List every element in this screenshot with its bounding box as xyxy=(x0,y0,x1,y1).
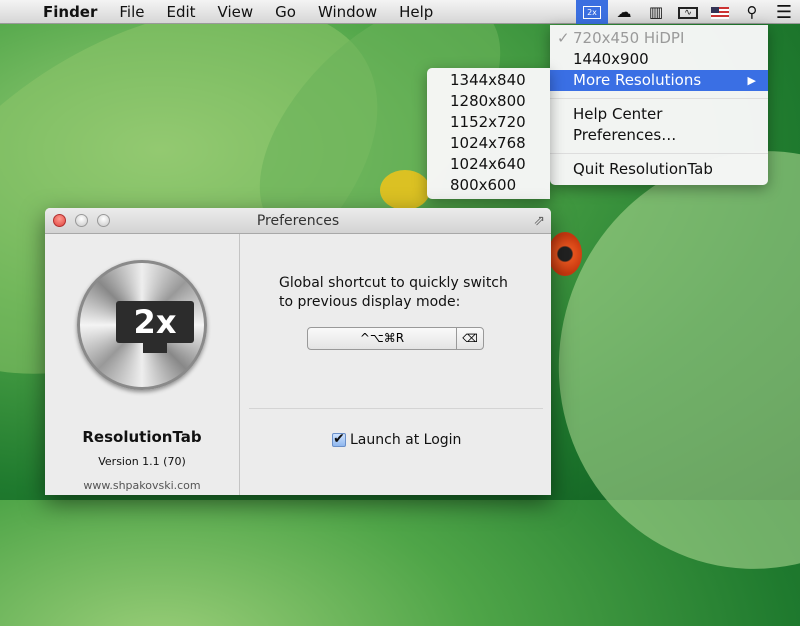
frog-body xyxy=(380,170,430,210)
settings-pane: Global shortcut to quickly switch to pre… xyxy=(241,234,551,495)
menu-help[interactable]: Help xyxy=(388,3,444,21)
menu-bar: Finder File Edit View Go Window Help 2x … xyxy=(0,0,800,24)
submenu-item[interactable]: 1024x768 xyxy=(427,133,550,154)
menu-window[interactable]: Window xyxy=(307,3,388,21)
menu-file[interactable]: File xyxy=(108,3,155,21)
search-icon[interactable]: ⚲ xyxy=(736,3,768,21)
menu-item-720x450[interactable]: ✓ 720x450 HiDPI xyxy=(550,28,768,49)
resolutiontab-2x-icon[interactable]: 2x xyxy=(576,0,608,24)
shortcut-label: Global shortcut to quickly switch to pre… xyxy=(279,275,508,310)
about-pane: 2x ResolutionTab Version 1.1 (70) www.sh… xyxy=(45,234,240,495)
launch-checkbox[interactable]: ✔ xyxy=(332,432,346,447)
menu-go[interactable]: Go xyxy=(264,3,307,21)
website-link[interactable]: www.shpakovski.com xyxy=(45,479,239,492)
resolution-submenu: 1344x840 1280x800 1152x720 1024x768 1024… xyxy=(427,68,550,199)
clear-shortcut-button[interactable]: ⌫ xyxy=(456,327,484,350)
menu-item-preferences[interactable]: Preferences… xyxy=(550,125,768,146)
menu-item-help-center[interactable]: Help Center xyxy=(550,104,768,125)
submenu-arrow-icon: ▶ xyxy=(747,74,756,87)
launch-at-login[interactable]: ✔ Launch at Login xyxy=(332,432,461,448)
submenu-item[interactable]: 1024x640 xyxy=(427,154,550,175)
list-icon[interactable]: ☰ xyxy=(768,2,800,23)
zoom-button[interactable] xyxy=(97,214,110,227)
title-bar: Preferences ⇗ xyxy=(45,208,551,234)
submenu-item[interactable]: 800x600 xyxy=(427,175,550,196)
divider xyxy=(249,408,543,409)
activity-monitor-icon[interactable]: ∿ xyxy=(672,3,704,21)
version-text: Version 1.1 (70) xyxy=(98,455,186,468)
app-icon: 2x xyxy=(77,260,207,390)
menu-item-more-resolutions[interactable]: More Resolutions ▶ xyxy=(550,70,768,91)
shortcut-recorder[interactable]: ^⌥⌘R xyxy=(307,327,457,350)
cloud-icon[interactable]: ☁ xyxy=(608,3,640,21)
app-name: ResolutionTab xyxy=(82,428,202,446)
menu-item-1440x900[interactable]: 1440x900 xyxy=(550,49,768,70)
share-icon[interactable]: ⇗ xyxy=(533,208,545,234)
frog-eye xyxy=(548,232,582,276)
minimize-button[interactable] xyxy=(75,214,88,227)
close-button[interactable] xyxy=(53,214,66,227)
menu-view[interactable]: View xyxy=(207,3,265,21)
menu-item-quit[interactable]: Quit ResolutionTab xyxy=(550,159,768,180)
menu-edit[interactable]: Edit xyxy=(155,3,206,21)
preferences-window: Preferences ⇗ 2x ResolutionTab Version 1… xyxy=(45,208,551,495)
resolution-menu: ✓ 720x450 HiDPI 1440x900 More Resolutions… xyxy=(550,25,768,185)
submenu-item[interactable]: 1152x720 xyxy=(427,112,550,133)
battery-bars-icon[interactable]: ▥ xyxy=(640,3,672,21)
submenu-item[interactable]: 1344x840 xyxy=(427,70,550,91)
window-title: Preferences xyxy=(256,213,340,229)
checkmark-icon: ✓ xyxy=(557,29,570,47)
submenu-item[interactable]: 1280x800 xyxy=(427,91,550,112)
menu-separator xyxy=(550,98,768,99)
menu-finder[interactable]: Finder xyxy=(32,3,108,21)
menu-separator xyxy=(550,153,768,154)
us-flag-icon[interactable] xyxy=(704,3,736,21)
